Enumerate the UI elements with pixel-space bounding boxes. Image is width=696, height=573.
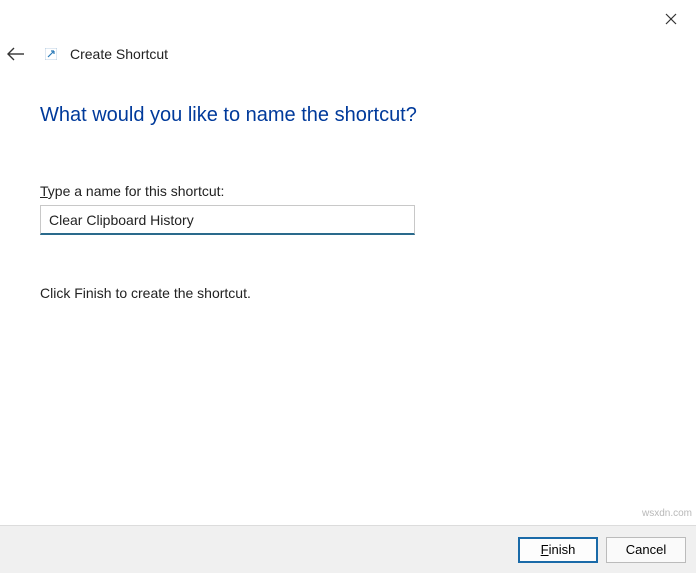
mnemonic-char: T	[40, 183, 48, 199]
shortcut-name-input[interactable]	[40, 205, 415, 235]
watermark: wsxdn.com	[642, 508, 692, 519]
mnemonic-char: F	[541, 542, 549, 557]
name-field-label: Type a name for this shortcut:	[40, 183, 656, 199]
close-icon	[665, 13, 677, 25]
back-arrow-icon	[6, 47, 26, 61]
finish-label-rest: inish	[549, 542, 576, 557]
back-button[interactable]	[4, 42, 28, 66]
finish-button[interactable]: Finish	[518, 537, 598, 563]
footer: Finish Cancel	[0, 525, 696, 573]
window-title: Create Shortcut	[70, 46, 168, 62]
page-heading: What would you like to name the shortcut…	[40, 104, 656, 127]
header: Create Shortcut	[4, 42, 168, 66]
close-button[interactable]	[658, 6, 684, 32]
cancel-button[interactable]: Cancel	[606, 537, 686, 563]
shortcut-icon	[44, 47, 58, 61]
finish-instruction: Click Finish to create the shortcut.	[40, 285, 656, 301]
content-area: What would you like to name the shortcut…	[40, 104, 656, 301]
label-rest: ype a name for this shortcut:	[48, 183, 225, 199]
